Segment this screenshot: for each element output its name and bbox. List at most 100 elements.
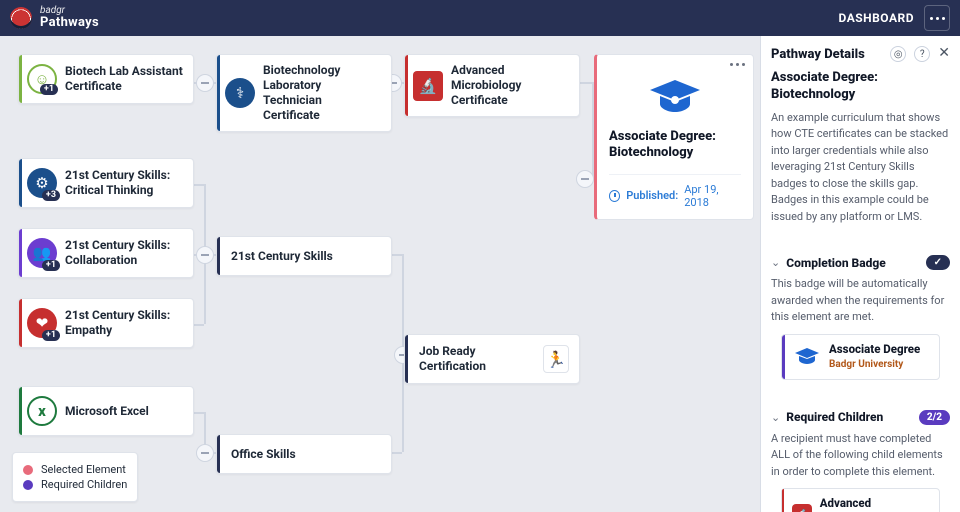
required-child-card[interactable]: 🔬 Advanced Microbiology Certificate	[781, 488, 940, 512]
published-date: Apr 19, 2018	[684, 183, 741, 209]
details-panel: Pathway Details ◎ ? ✕ Associate Degree: …	[760, 36, 960, 512]
legend-required-label: Required Children	[41, 478, 127, 491]
connector	[194, 324, 204, 326]
node-critical-thinking[interactable]: ⚙+3 21st Century Skills: Critical Thinki…	[18, 158, 194, 208]
required-description: A recipient must have completed ALL of t…	[771, 431, 950, 481]
connector	[392, 452, 402, 454]
child-count-badge: +3	[42, 190, 60, 201]
runner-icon: 🏃	[543, 345, 569, 373]
help-button[interactable]: ?	[914, 46, 930, 62]
node-stripe	[19, 159, 22, 207]
node-office-skills[interactable]: Office Skills	[216, 434, 392, 474]
people-icon: 👥+1	[27, 238, 57, 268]
chevron-down-icon: ⌄	[771, 411, 780, 424]
connector	[194, 412, 204, 414]
person-icon: ☺+1	[27, 64, 57, 94]
pathway-canvas[interactable]: ☺+1 Biotech Lab Assistant Certificate ⚙+…	[0, 36, 760, 512]
legend-dot-required-icon	[23, 480, 33, 490]
selected-node-card[interactable]: Associate Degree: Biotechnology Publishe…	[594, 54, 754, 220]
node-adv-microbiology[interactable]: 🔬 Advanced Microbiology Certificate	[404, 54, 580, 117]
child-count-badge: +1	[42, 330, 60, 341]
node-label: Microsoft Excel	[65, 404, 149, 419]
completion-badge-card[interactable]: Associate Degree Badgr University	[781, 334, 940, 380]
top-bar: badgr Pathways DASHBOARD	[0, 0, 960, 36]
microscope-icon: 🔬	[792, 504, 812, 512]
node-stripe	[217, 55, 220, 131]
node-stripe	[19, 55, 22, 103]
collapse-toggle[interactable]	[196, 444, 214, 462]
node-label: Job Ready Certification	[419, 344, 535, 374]
required-count-pill: 2/2	[919, 410, 950, 425]
legend-selected-label: Selected Element	[41, 463, 126, 476]
dna-icon: ⚕	[225, 78, 255, 108]
brand: badgr Pathways	[10, 6, 99, 30]
section-required-title: Required Children	[786, 410, 883, 424]
node-empathy[interactable]: ❤+1 21st Century Skills: Empathy	[18, 298, 194, 348]
section-required-header[interactable]: ⌄ Required Children 2/2	[761, 400, 960, 431]
selected-title: Associate Degree: Biotechnology	[609, 129, 741, 162]
child-count-badge: +1	[42, 260, 60, 271]
node-label: Office Skills	[231, 447, 296, 462]
nav-dashboard[interactable]: DASHBOARD	[839, 11, 914, 25]
connector	[194, 184, 204, 186]
node-stripe	[217, 237, 220, 275]
node-label: Advanced Microbiology Certificate	[451, 63, 569, 108]
gear-icon: ⚙+3	[27, 168, 57, 198]
card-stripe	[782, 489, 784, 512]
heart-icon: ❤+1	[27, 308, 57, 338]
close-button[interactable]: ✕	[938, 46, 950, 62]
brand-line1: badgr	[40, 6, 99, 17]
collapse-toggle[interactable]	[196, 74, 214, 92]
published-label: Published:	[626, 189, 678, 202]
node-label: 21st Century Skills: Critical Thinking	[65, 168, 183, 198]
chevron-down-icon: ⌄	[771, 256, 780, 269]
node-job-ready[interactable]: Job Ready Certification 🏃	[404, 334, 580, 384]
node-excel[interactable]: x Microsoft Excel	[18, 386, 194, 436]
node-21st-century-skills[interactable]: 21st Century Skills	[216, 236, 392, 276]
completion-check-pill	[926, 255, 950, 270]
graduation-cap-icon	[793, 343, 821, 371]
node-stripe	[19, 387, 22, 435]
published-row: Published: Apr 19, 2018	[609, 174, 741, 209]
completion-badge-issuer: Badgr University	[829, 359, 920, 370]
microscope-icon: 🔬	[413, 71, 443, 101]
node-stripe	[217, 435, 220, 473]
node-collaboration[interactable]: 👥+1 21st Century Skills: Collaboration	[18, 228, 194, 278]
card-more-button[interactable]	[730, 63, 745, 66]
target-button[interactable]: ◎	[890, 46, 906, 62]
ellipsis-icon	[730, 63, 745, 66]
panel-description: An example curriculum that shows how CTE…	[771, 110, 950, 226]
node-label: 21st Century Skills: Empathy	[65, 308, 183, 338]
panel-title: Associate Degree: Biotechnology	[771, 70, 950, 104]
collapse-toggle[interactable]	[196, 246, 214, 264]
node-label: 21st Century Skills: Collaboration	[65, 238, 183, 268]
excel-icon: x	[27, 396, 57, 426]
legend-dot-selected-icon	[23, 465, 33, 475]
connector	[392, 254, 402, 256]
graduation-cap-icon	[647, 77, 703, 117]
panel-header: Pathway Details	[771, 47, 865, 62]
completion-badge-title: Associate Degree	[829, 343, 920, 357]
legend: Selected Element Required Children	[12, 452, 138, 502]
ellipsis-icon	[930, 17, 945, 20]
node-label: Biotechnology Laboratory Technician Cert…	[263, 63, 381, 123]
node-stripe	[19, 299, 22, 347]
clock-icon	[609, 190, 620, 202]
node-stripe	[19, 229, 22, 277]
more-menu-button[interactable]	[924, 5, 950, 31]
section-completion-header[interactable]: ⌄ Completion Badge	[761, 245, 960, 276]
node-stripe	[405, 55, 408, 116]
required-child-title: Advanced Microbiology Certificate	[820, 497, 931, 512]
node-stripe	[405, 335, 408, 383]
collapse-toggle[interactable]	[576, 170, 594, 188]
node-bio-lab-tech[interactable]: ⚕ Biotechnology Laboratory Technician Ce…	[216, 54, 392, 132]
node-label: 21st Century Skills	[231, 249, 333, 264]
brand-logo-icon	[10, 7, 32, 29]
brand-line2: Pathways	[40, 16, 99, 30]
card-stripe	[782, 335, 785, 379]
node-biotech-lab-assistant[interactable]: ☺+1 Biotech Lab Assistant Certificate	[18, 54, 194, 104]
child-count-badge: +1	[40, 84, 58, 95]
section-completion-title: Completion Badge	[786, 256, 886, 270]
node-label: Biotech Lab Assistant Certificate	[65, 64, 183, 94]
completion-description: This badge will be automatically awarded…	[771, 276, 950, 326]
